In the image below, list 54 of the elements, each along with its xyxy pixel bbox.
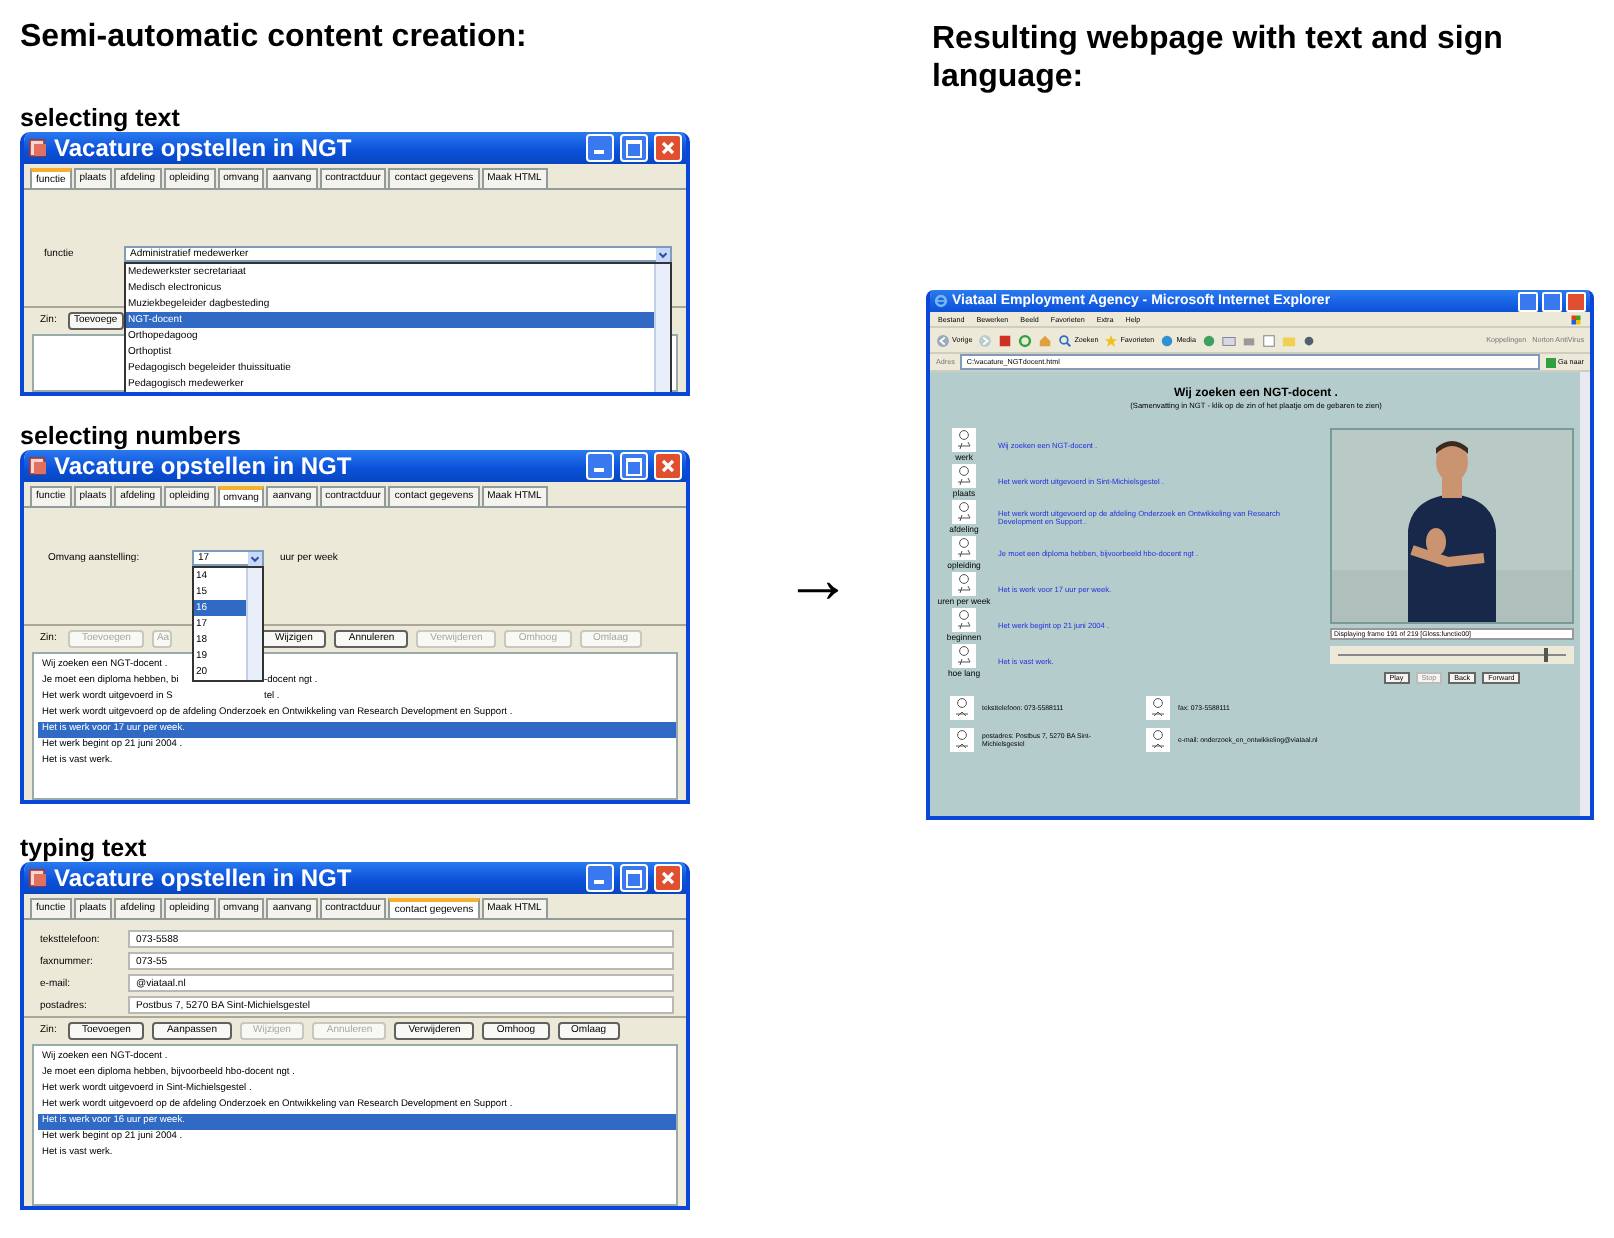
sign-icon[interactable]	[952, 644, 976, 668]
close-icon	[658, 868, 678, 888]
sign-icon[interactable]	[1146, 728, 1170, 752]
frame-slider[interactable]	[1330, 646, 1574, 664]
caret-icon	[656, 247, 670, 261]
minimize-button[interactable]	[586, 864, 614, 892]
sign-icon[interactable]	[952, 428, 976, 452]
close-button[interactable]	[654, 864, 682, 892]
document-icon	[28, 456, 48, 476]
scrollbar[interactable]	[246, 568, 262, 680]
back-icon	[936, 333, 950, 347]
close-button[interactable]	[1566, 291, 1586, 311]
window-title: Vacature opstellen in NGT	[54, 134, 354, 162]
document-icon	[28, 868, 48, 888]
document-icon	[28, 138, 48, 158]
close-icon	[658, 456, 678, 476]
sign-icon[interactable]	[952, 464, 976, 488]
panel-caption: typing text	[20, 834, 149, 862]
panel-caption: selecting text	[20, 104, 182, 132]
edit-icon[interactable]	[1261, 333, 1276, 347]
scrollbar[interactable]	[1580, 372, 1590, 816]
browser-icon	[934, 294, 948, 308]
sign-icon[interactable]	[1146, 696, 1170, 720]
sign-icon[interactable]	[950, 696, 974, 720]
maximize-button[interactable]	[620, 452, 648, 480]
close-button[interactable]	[654, 452, 682, 480]
sign-icon[interactable]	[952, 572, 976, 596]
refresh-icon[interactable]	[1018, 333, 1033, 347]
print-icon[interactable]	[1241, 333, 1256, 347]
window-title: Vacature opstellen in NGT	[54, 452, 354, 480]
search-icon	[1058, 333, 1073, 347]
window-title: Vacature opstellen in NGT	[54, 864, 354, 892]
panel-caption: selecting numbers	[20, 422, 243, 450]
star-icon	[1104, 333, 1119, 347]
sign-icon[interactable]	[950, 728, 974, 752]
minimize-button[interactable]	[586, 452, 614, 480]
stop-icon[interactable]	[998, 333, 1013, 347]
maximize-button[interactable]	[620, 864, 648, 892]
scrollbar[interactable]	[654, 264, 670, 392]
mail-icon[interactable]	[1221, 333, 1236, 347]
minimize-button[interactable]	[586, 134, 614, 162]
section-title: Resulting webpage with text and sign language:	[932, 20, 1505, 96]
sign-icon[interactable]	[952, 536, 976, 560]
arrow-icon: →	[784, 540, 852, 620]
caret-icon	[248, 551, 262, 565]
sign-icon[interactable]	[952, 500, 976, 524]
close-button[interactable]	[654, 134, 682, 162]
maximize-button[interactable]	[620, 134, 648, 162]
section-title: Semi-automatic content creation:	[20, 20, 529, 56]
close-icon	[658, 138, 678, 158]
maximize-button[interactable]	[1542, 291, 1562, 311]
windows-logo-icon	[1570, 313, 1582, 325]
minimize-button[interactable]	[1518, 291, 1538, 311]
sign-icon[interactable]	[952, 608, 976, 632]
